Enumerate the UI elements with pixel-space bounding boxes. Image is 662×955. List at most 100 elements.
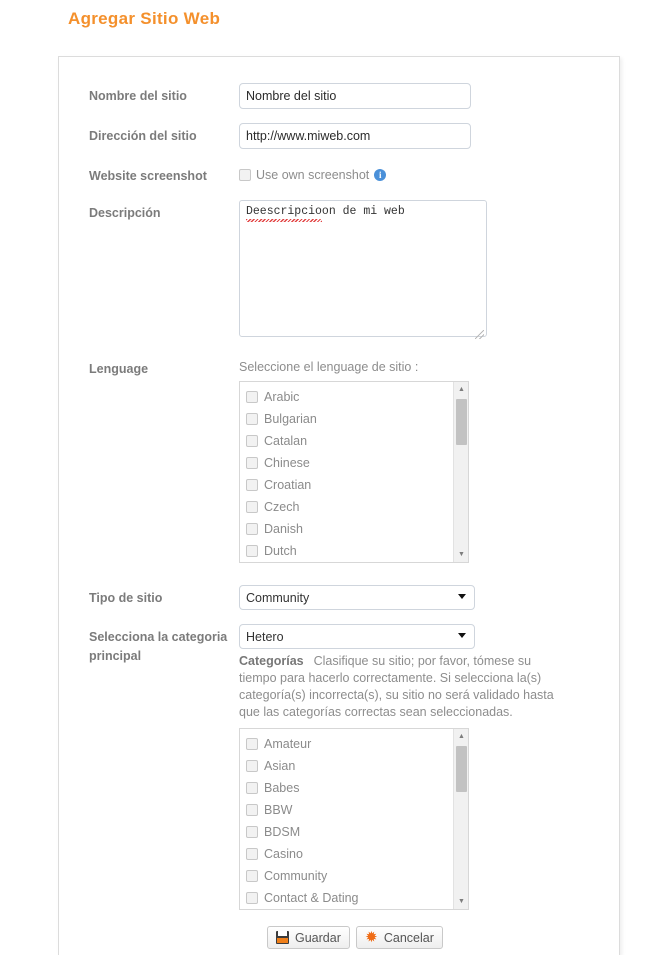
categories-listbox[interactable]: Amateur Asian Babes BBW BDSM Casino Comm…: [239, 728, 469, 910]
site-url-input[interactable]: [239, 123, 471, 149]
list-item[interactable]: Asian: [246, 755, 468, 777]
list-item[interactable]: Community: [246, 865, 468, 887]
scrollbar-thumb[interactable]: [456, 399, 467, 445]
use-own-screenshot-label: Use own screenshot: [256, 168, 370, 182]
language-checkbox[interactable]: [246, 545, 258, 557]
category-checkbox[interactable]: [246, 870, 258, 882]
use-own-screenshot-checkbox[interactable]: [239, 169, 251, 181]
list-item[interactable]: Arabic: [246, 386, 468, 408]
field-row-screenshot: Website screenshot Use own screenshot i: [59, 163, 619, 186]
main-category-label: Selecciona la categoria principal: [59, 624, 239, 666]
scroll-down-arrow-icon[interactable]: ▼: [454, 547, 468, 562]
list-item[interactable]: Danish: [246, 518, 468, 540]
list-item[interactable]: BDSM: [246, 821, 468, 843]
field-row-description: Descripción Deescripcioon de mi web: [59, 200, 619, 342]
list-item[interactable]: Bulgarian: [246, 408, 468, 430]
add-website-form: Nombre del sitio Dirección del sitio Web…: [59, 57, 619, 949]
language-label: Lenguage: [89, 362, 149, 376]
save-button[interactable]: Guardar: [267, 926, 350, 949]
form-panel: Nombre del sitio Dirección del sitio Web…: [58, 56, 620, 955]
list-item[interactable]: Croatian: [246, 474, 468, 496]
language-checkbox[interactable]: [246, 413, 258, 425]
category-checkbox[interactable]: [246, 848, 258, 860]
language-checkbox[interactable]: [246, 501, 258, 513]
language-scrollbar[interactable]: ▲ ▼: [453, 382, 468, 562]
scroll-up-arrow-icon[interactable]: ▲: [454, 729, 468, 744]
category-checkbox[interactable]: [246, 760, 258, 772]
main-category-label-line2: principal: [89, 649, 142, 663]
field-row-site-url: Dirección del sitio: [59, 123, 619, 149]
categories-heading: Categorías: [239, 654, 304, 668]
categories-scrollbar[interactable]: ▲ ▼: [453, 729, 468, 909]
site-name-input[interactable]: [239, 83, 471, 109]
list-item[interactable]: BBW: [246, 799, 468, 821]
spellcheck-underline: [246, 219, 322, 222]
site-name-label: Nombre del sitio: [89, 89, 187, 103]
list-item[interactable]: Czech: [246, 496, 468, 518]
language-checkbox[interactable]: [246, 391, 258, 403]
main-category-select[interactable]: Hetero: [239, 624, 475, 649]
category-checkbox[interactable]: [246, 804, 258, 816]
category-option-label: Babes: [264, 781, 300, 795]
scroll-up-arrow-icon[interactable]: ▲: [454, 382, 468, 397]
language-checkbox[interactable]: [246, 457, 258, 469]
page-title: Agregar Sitio Web: [68, 9, 221, 28]
category-option-label: Amateur: [264, 737, 312, 751]
language-option-label: Czech: [264, 500, 300, 514]
category-option-label: Community: [264, 869, 328, 883]
language-checkbox[interactable]: [246, 479, 258, 491]
category-option-label: Contact & Dating: [264, 891, 359, 905]
site-url-label: Dirección del sitio: [89, 129, 197, 143]
category-checkbox[interactable]: [246, 782, 258, 794]
language-option-label: Croatian: [264, 478, 312, 492]
field-row-site-name: Nombre del sitio: [59, 83, 619, 109]
language-option-label: Catalan: [264, 434, 308, 448]
cancel-button[interactable]: ✹ Cancelar: [355, 926, 443, 949]
category-option-label: Casino: [264, 847, 303, 861]
language-option-label: Chinese: [264, 456, 310, 470]
language-listbox[interactable]: Arabic Bulgarian Catalan Chinese Croatia…: [239, 381, 469, 563]
list-item[interactable]: Babes: [246, 777, 468, 799]
list-item[interactable]: Contact & Dating: [246, 887, 468, 909]
list-item[interactable]: Dutch: [246, 540, 468, 562]
category-checkbox[interactable]: [246, 892, 258, 904]
use-own-screenshot-row[interactable]: Use own screenshot i: [239, 163, 609, 182]
add-website-page: Agregar Sitio Web Nombre del sitio Direc…: [0, 0, 662, 955]
list-item[interactable]: Chinese: [246, 452, 468, 474]
language-hint: Seleccione el lenguage de sitio :: [239, 360, 419, 374]
form-actions: Guardar ✹ Cancelar: [59, 910, 619, 949]
field-row-language: Lenguage Seleccione el lenguage de sitio…: [59, 356, 619, 563]
language-option-label: Danish: [264, 522, 303, 536]
cancel-button-label: Cancelar: [383, 930, 434, 945]
scroll-down-arrow-icon[interactable]: ▼: [454, 894, 468, 909]
language-checkbox[interactable]: [246, 523, 258, 535]
categories-note: Categorías Clasifique su sitio; por favor…: [239, 649, 564, 721]
language-option-label: Dutch: [264, 544, 297, 558]
field-row-site-type: Tipo de sitio Community: [59, 585, 619, 610]
language-option-label: Arabic: [264, 390, 300, 404]
field-row-main-category: Selecciona la categoria principal Hetero…: [59, 624, 619, 910]
site-type-label: Tipo de sitio: [89, 591, 163, 605]
screenshot-label: Website screenshot: [89, 169, 207, 183]
save-button-label: Guardar: [295, 930, 341, 945]
category-option-label: BDSM: [264, 825, 301, 839]
language-option-label: Bulgarian: [264, 412, 317, 426]
language-options: Arabic Bulgarian Catalan Chinese Croatia…: [240, 382, 468, 562]
cancel-burst-icon: ✹: [365, 928, 378, 946]
category-option-label: BBW: [264, 803, 293, 817]
resize-handle-icon[interactable]: [475, 330, 484, 339]
scrollbar-thumb[interactable]: [456, 746, 467, 792]
category-option-label: Asian: [264, 759, 296, 773]
categories-options: Amateur Asian Babes BBW BDSM Casino Comm…: [240, 729, 468, 909]
description-label: Descripción: [89, 206, 161, 220]
category-checkbox[interactable]: [246, 826, 258, 838]
list-item[interactable]: Catalan: [246, 430, 468, 452]
list-item[interactable]: Amateur: [246, 733, 468, 755]
info-icon[interactable]: i: [374, 169, 387, 181]
site-type-select[interactable]: Community: [239, 585, 475, 610]
category-checkbox[interactable]: [246, 738, 258, 750]
floppy-disk-icon: [276, 931, 289, 944]
list-item[interactable]: Casino: [246, 843, 468, 865]
main-category-label-line1: Selecciona la categoria: [89, 630, 228, 644]
language-checkbox[interactable]: [246, 435, 258, 447]
